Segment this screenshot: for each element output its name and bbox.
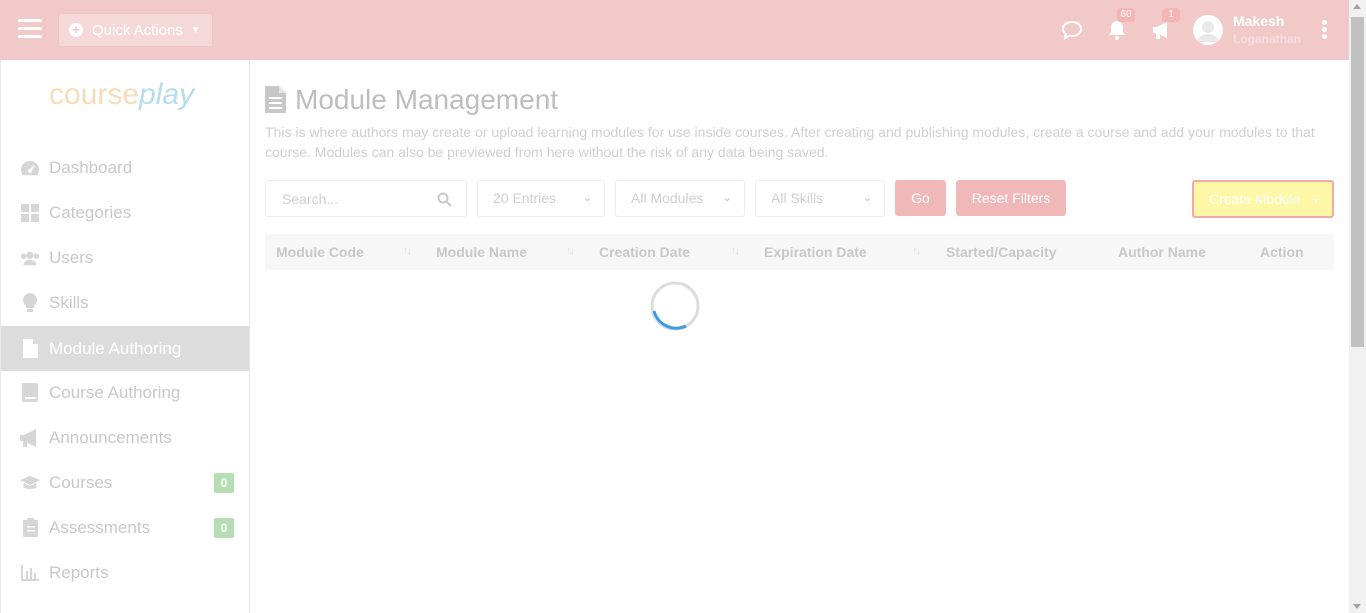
sidebar-item-label: Courses [49, 472, 113, 492]
sidebar-item-courses[interactable]: Courses 0 [1, 460, 249, 505]
clipboard-icon [20, 518, 40, 538]
page-description: This is where authors may create or uplo… [265, 124, 1315, 160]
table-header: Module Code ↑↓ Module Name ↑↓ Creation D… [265, 234, 1334, 270]
column-header-author-name[interactable]: Author Name [1118, 234, 1206, 270]
scrollbar-thumb[interactable] [1351, 17, 1364, 347]
more-options-icon[interactable] [1322, 20, 1328, 40]
sidebar-item-label: Skills [49, 292, 89, 312]
scroll-down-arrow-icon[interactable] [1353, 604, 1361, 609]
sidebar-item-label: Dashboard [49, 157, 133, 177]
sidebar-item-label: Categories [49, 202, 132, 222]
chevron-down-icon: ⌄ [862, 192, 872, 204]
column-header-module-name[interactable]: Module Name [436, 234, 527, 270]
sidebar-item-label: Announcements [49, 427, 172, 447]
column-header-action: Action [1260, 244, 1304, 260]
logo-text-play: play [139, 78, 195, 111]
sidebar: courseplay Dashboard Categories Users Sk… [0, 60, 250, 613]
page-title: Module Management [295, 84, 559, 115]
sidebar-item-label: Module Authoring [49, 338, 182, 358]
chevron-down-icon: ▼ [190, 24, 201, 36]
reset-filters-button[interactable]: Reset Filters [956, 180, 1066, 216]
search-icon[interactable] [437, 192, 452, 212]
sort-icon[interactable]: ↑↓ [403, 245, 412, 257]
sidebar-item-announcements[interactable]: Announcements [1, 415, 249, 460]
entries-select-value: 20 Entries [493, 190, 557, 206]
sidebar-item-skills[interactable]: Skills [1, 280, 249, 325]
lightbulb-icon [20, 292, 40, 313]
bell-icon[interactable]: 60 [1105, 8, 1135, 42]
user-first-name[interactable]: Makesh [1233, 13, 1284, 29]
column-header-creation-date[interactable]: Creation Date [599, 234, 690, 270]
logo[interactable]: courseplay [49, 78, 194, 112]
sidebar-item-users[interactable]: Users [1, 235, 249, 280]
chat-icon[interactable] [1060, 18, 1084, 42]
chevron-down-icon: ⌄ [722, 192, 732, 204]
sidebar-item-label: Assessments [49, 517, 151, 537]
gauge-icon [20, 158, 40, 178]
grid-icon [20, 203, 40, 223]
users-icon [20, 248, 40, 268]
document-icon [265, 86, 286, 113]
scroll-up-arrow-icon[interactable] [1353, 4, 1361, 9]
entries-select[interactable]: 20 Entries ⌄ [477, 180, 605, 217]
sidebar-item-categories[interactable]: Categories [1, 190, 249, 235]
menu-toggle-icon[interactable] [18, 19, 42, 39]
megaphone-icon [20, 428, 40, 448]
logo-text-course: course [49, 78, 140, 111]
sidebar-item-assessments[interactable]: Assessments 0 [1, 505, 249, 550]
avatar[interactable] [1193, 15, 1223, 45]
sidebar-item-module-authoring[interactable]: Module Authoring [1, 326, 249, 371]
document-icon [20, 339, 40, 359]
column-header-started-capacity[interactable]: Started/Capacity [946, 234, 1056, 270]
assessments-count-badge: 0 [214, 517, 234, 538]
graduation-cap-icon [20, 473, 40, 493]
modules-filter-select[interactable]: All Modules ⌄ [615, 180, 745, 217]
search-input[interactable]: Search... [265, 180, 467, 217]
create-module-button[interactable]: Create Module + [1192, 180, 1334, 218]
chevron-down-icon: ⌄ [582, 192, 592, 204]
column-header-expiration-date[interactable]: Expiration Date [764, 234, 867, 270]
modules-select-value: All Modules [631, 190, 704, 206]
go-button[interactable]: Go [895, 180, 946, 216]
create-module-label: Create Module [1209, 191, 1301, 207]
book-icon [20, 383, 40, 403]
sidebar-item-label: Reports [49, 562, 109, 582]
skills-select-value: All Skills [771, 190, 824, 206]
search-placeholder: Search... [282, 191, 339, 207]
quick-actions-label: Quick Actions [92, 21, 183, 39]
loading-spinner-icon [650, 281, 700, 331]
courses-count-badge: 0 [214, 472, 234, 493]
quick-actions-button[interactable]: + Quick Actions ▼ [58, 13, 213, 47]
announcements-badge: 1 [1162, 8, 1180, 22]
top-bar: + Quick Actions ▼ 60 1 Makesh Loganathan [0, 0, 1349, 60]
column-header-module-code[interactable]: Module Code [276, 234, 364, 270]
sidebar-item-course-authoring[interactable]: Course Authoring [1, 370, 249, 415]
bar-chart-icon [20, 563, 40, 583]
user-last-name[interactable]: Loganathan [1233, 32, 1301, 46]
sidebar-item-reports[interactable]: Reports [1, 550, 249, 595]
plus-circle-icon: + [69, 23, 83, 37]
sidebar-item-label: Users [49, 247, 94, 267]
megaphone-icon[interactable]: 1 [1150, 8, 1180, 42]
notifications-badge: 60 [1117, 8, 1135, 22]
skills-filter-select[interactable]: All Skills ⌄ [755, 180, 885, 217]
sidebar-item-dashboard[interactable]: Dashboard [1, 145, 249, 190]
sort-icon[interactable]: ↑↓ [912, 245, 921, 257]
sort-icon[interactable]: ↑↓ [731, 245, 740, 257]
sort-icon[interactable]: ↑↓ [566, 245, 575, 257]
plus-icon: + [1311, 191, 1320, 207]
page-scrollbar[interactable] [1349, 0, 1366, 613]
sidebar-item-label: Course Authoring [49, 382, 181, 402]
